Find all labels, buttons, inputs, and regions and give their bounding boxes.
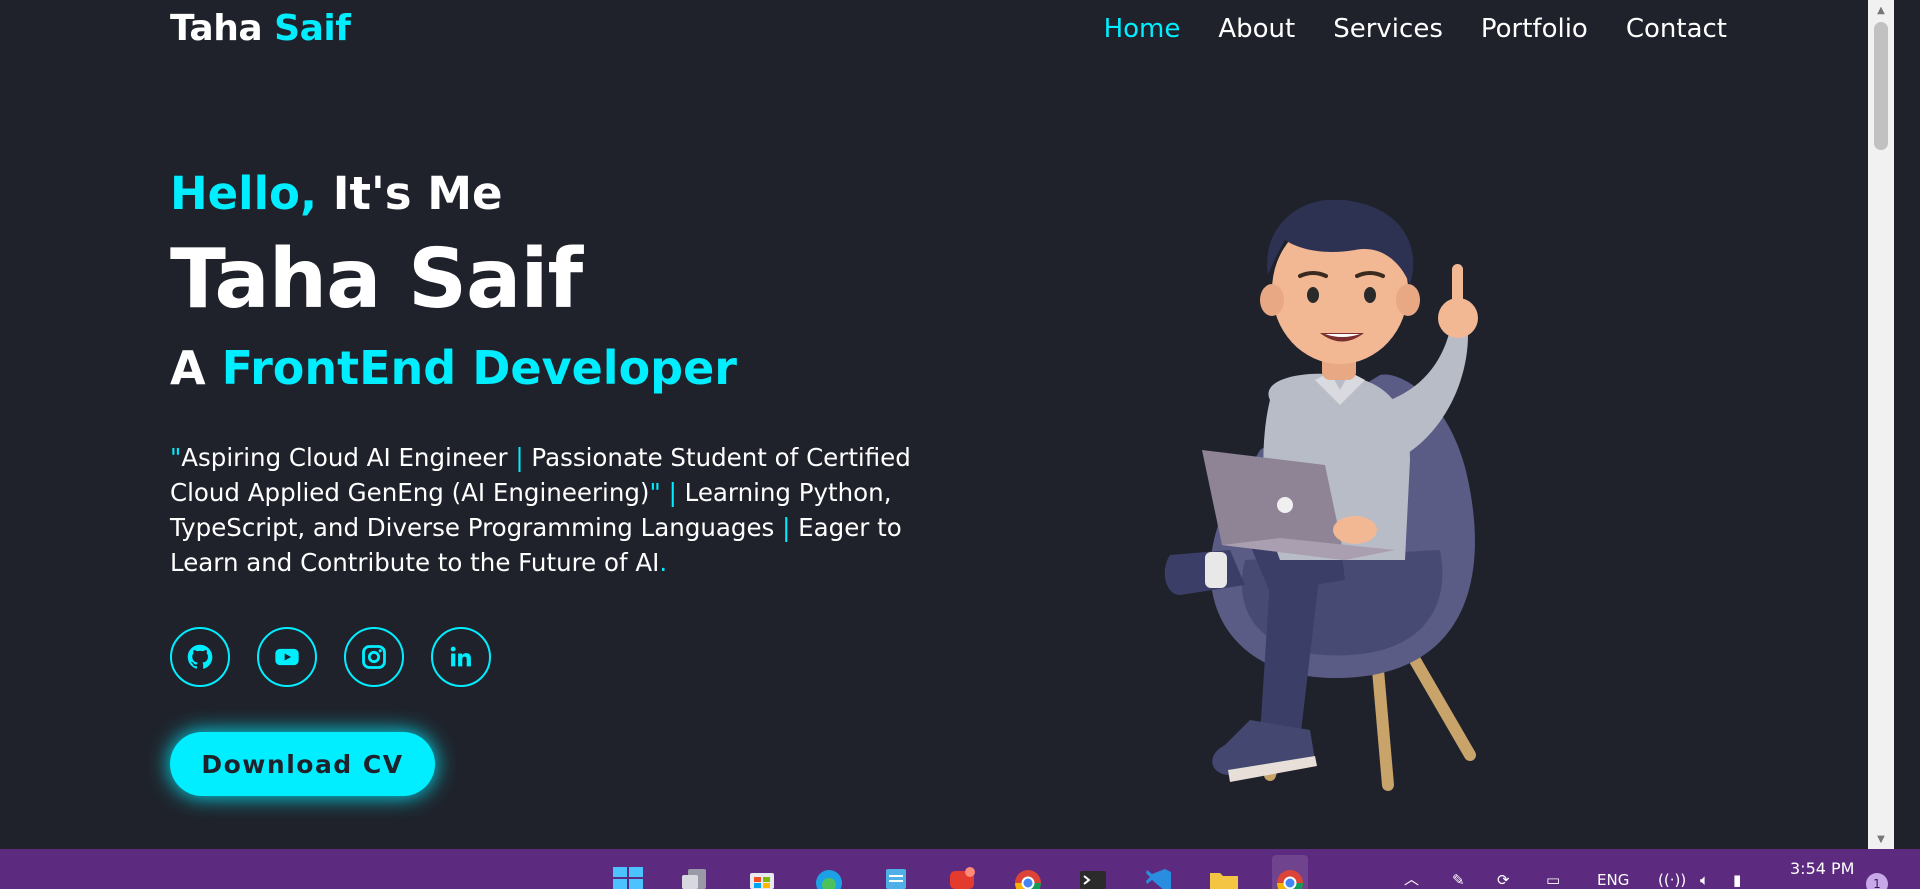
bio-separator: | (660, 478, 677, 507)
social-links (170, 627, 491, 687)
vscode-icon[interactable] (1141, 855, 1177, 889)
download-cv-button[interactable]: Download CV (170, 732, 435, 796)
language-indicator[interactable]: ENG (1597, 863, 1629, 889)
bio-quote-open: " (170, 443, 182, 472)
logo-accent: Saif (274, 8, 351, 49)
browser-viewport: Taha Saif Home About Services Portfolio … (0, 0, 1894, 849)
volume-icon[interactable]: 🔈︎ (1700, 863, 1709, 889)
instagram-icon (362, 645, 386, 669)
youtube-icon (275, 648, 299, 666)
task-view-icon[interactable] (677, 855, 713, 889)
nav-services[interactable]: Services (1333, 14, 1443, 44)
role-prefix: A (170, 341, 222, 395)
nav-about[interactable]: About (1218, 14, 1295, 44)
linkedin-icon (450, 646, 471, 667)
role-accent: FrontEnd Developer (221, 341, 737, 395)
hero-greeting: Hello, It's Me (170, 160, 990, 228)
notification-badge[interactable]: 1 (1866, 873, 1888, 889)
wifi-icon[interactable]: ((·)) (1658, 863, 1686, 889)
youtube-link[interactable] (257, 627, 317, 687)
nav-portfolio[interactable]: Portfolio (1481, 14, 1588, 44)
developer-avatar-illustration (1164, 200, 1478, 791)
linkedin-link[interactable] (431, 627, 491, 687)
file-explorer-icon[interactable] (1206, 855, 1242, 889)
chrome-icon[interactable] (1010, 855, 1046, 889)
hero-bio: "Aspiring Cloud AI Engineer | Passionate… (170, 440, 970, 580)
bio-separator: | (515, 443, 524, 472)
nav-home[interactable]: Home (1104, 14, 1181, 44)
greeting-rest: It's Me (317, 167, 503, 220)
display-icon[interactable]: ▭ (1546, 863, 1560, 889)
terminal-icon[interactable] (1075, 855, 1111, 889)
notepad-icon[interactable] (878, 855, 914, 889)
github-link[interactable] (170, 627, 230, 687)
windows-taskbar: ︿ ✎ ⟳ ▭ ENG ((·)) 🔈︎ ▮ 3:54 PM 1 (0, 849, 1920, 889)
scroll-up-arrow-icon[interactable]: ▲ (1868, 0, 1894, 20)
hero-text: Hello, It's Me Taha Saif A FrontEnd Deve… (170, 160, 990, 577)
greeting-accent: Hello, (170, 167, 318, 220)
bio-dot: . (659, 548, 668, 577)
logo-first: Taha (170, 8, 275, 49)
instagram-link[interactable] (344, 627, 404, 687)
hero-role: A FrontEnd Developer (170, 338, 737, 398)
bio-quote-close: " (649, 478, 661, 507)
vertical-scrollbar[interactable]: ▲ ▼ (1868, 0, 1894, 849)
scroll-thumb[interactable] (1874, 22, 1888, 150)
taskbar-clock[interactable]: 3:54 PM (1790, 859, 1854, 878)
wps-office-icon[interactable] (944, 855, 980, 889)
microsoft-store-icon[interactable] (744, 855, 780, 889)
hero-name: Taha Saif (170, 232, 583, 327)
scroll-down-arrow-icon[interactable]: ▼ (1868, 829, 1894, 849)
navbar: Taha Saif Home About Services Portfolio … (0, 0, 1894, 62)
edge-icon[interactable] (811, 855, 847, 889)
battery-icon[interactable]: ▮ (1733, 863, 1741, 889)
github-icon (187, 644, 213, 669)
logo[interactable]: Taha Saif (170, 8, 351, 49)
nav-contact[interactable]: Contact (1626, 14, 1727, 44)
pen-icon[interactable]: ✎ (1452, 863, 1465, 889)
nav-links: Home About Services Portfolio Contact (1104, 14, 1727, 44)
chevron-up-icon[interactable]: ︿ (1404, 863, 1419, 889)
bio-part-1: Aspiring Cloud AI Engineer (181, 443, 516, 472)
refresh-icon[interactable]: ⟳ (1497, 863, 1510, 889)
windows-start-icon[interactable] (610, 855, 646, 889)
chrome-icon[interactable] (1272, 855, 1308, 889)
